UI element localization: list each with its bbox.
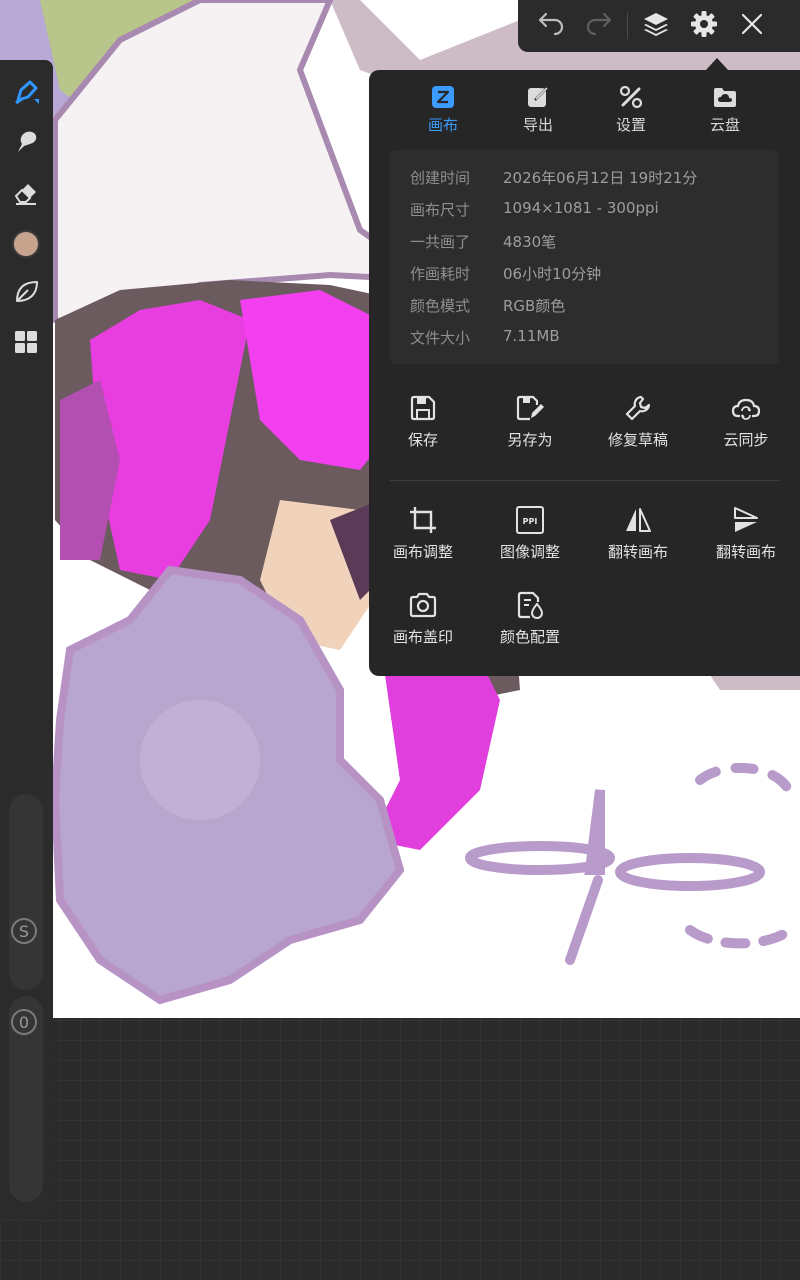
- leaf-tool-button[interactable]: [6, 274, 46, 314]
- wrench-icon: [584, 393, 692, 423]
- flip-canvas-vertical-button[interactable]: 翻转画布: [692, 505, 800, 562]
- color-profile-button[interactable]: 颜色配置: [476, 590, 584, 647]
- save-as-icon: [476, 393, 584, 423]
- info-key: 创建时间: [410, 169, 471, 187]
- layers-button[interactable]: [632, 0, 680, 52]
- settings-gear-icon: [690, 10, 718, 42]
- color-profile-label: 颜色配置: [499, 628, 560, 646]
- brush-tool-button[interactable]: [6, 74, 46, 114]
- image-adjust-button[interactable]: PPI 图像调整: [476, 505, 584, 562]
- save-button[interactable]: 保存: [369, 393, 477, 450]
- canvas-icon: [403, 84, 483, 110]
- tab-export[interactable]: 导出: [498, 84, 578, 135]
- camera-stamp-icon: [369, 590, 477, 620]
- leaf-icon: [12, 278, 40, 310]
- save-icon: [369, 393, 477, 423]
- color-swatch: [12, 230, 40, 258]
- image-adjust-label: 图像调整: [499, 543, 560, 561]
- info-value: 06小时10分钟: [503, 265, 602, 283]
- panel-caret: [706, 58, 728, 70]
- export-icon: [498, 84, 578, 110]
- menu-grid-button[interactable]: [6, 324, 46, 364]
- undo-button[interactable]: [527, 0, 575, 52]
- grid-menu-icon: [12, 328, 40, 360]
- info-key: 作画耗时: [410, 265, 471, 283]
- info-key: 画布尺寸: [410, 201, 471, 219]
- flip-canvas-horizontal-label: 翻转画布: [607, 543, 668, 561]
- smudge-tool-button[interactable]: [6, 124, 46, 164]
- eraser-tool-button[interactable]: [6, 174, 46, 214]
- tab-canvas[interactable]: 画布: [403, 84, 483, 135]
- brush-size-slider[interactable]: [9, 794, 43, 990]
- info-value: 2026年06月12日 19时21分: [503, 169, 698, 187]
- tab-cloud[interactable]: 云盘: [685, 84, 765, 135]
- close-icon: [740, 12, 764, 40]
- canvas-info-box: 创建时间 2026年06月12日 19时21分 画布尺寸 1094×1081 -…: [390, 150, 779, 364]
- smudge-icon: [12, 128, 40, 160]
- info-key: 颜色模式: [410, 297, 471, 315]
- crop-icon: [369, 505, 477, 535]
- top-toolbar: [518, 0, 800, 52]
- brush-icon: [12, 78, 40, 110]
- cloud-folder-icon: [685, 84, 765, 110]
- repair-draft-button[interactable]: 修复草稿: [584, 393, 692, 450]
- info-value: 4830笔: [503, 233, 557, 251]
- tools-icon: [591, 84, 671, 110]
- redo-icon: [585, 12, 613, 40]
- info-key: 文件大小: [410, 329, 471, 347]
- info-value: RGB颜色: [503, 297, 566, 315]
- canvas-adjust-button[interactable]: 画布调整: [369, 505, 477, 562]
- canvas-stamp-button[interactable]: 画布盖印: [369, 590, 477, 647]
- layers-icon: [642, 11, 670, 41]
- canvas-stamp-label: 画布盖印: [392, 628, 453, 646]
- brush-size-slider-knob[interactable]: S: [11, 918, 37, 944]
- eraser-icon: [12, 178, 40, 210]
- flip-canvas-vertical-label: 翻转画布: [715, 543, 776, 561]
- tab-settings-label: 设置: [615, 116, 646, 134]
- info-key: 一共画了: [410, 233, 471, 251]
- cloud-sync-icon: [692, 393, 800, 423]
- save-as-label: 另存为: [507, 431, 553, 449]
- flip-horizontal-icon: [584, 505, 692, 535]
- cloud-sync-label: 云同步: [723, 431, 769, 449]
- tab-cloud-label: 云盘: [709, 116, 740, 134]
- canvas-settings-panel: 画布 导出 设置 云盘 创建时间 2026年06月12日 19时21分 画布尺寸…: [369, 70, 800, 676]
- toolbar-separator: [627, 13, 628, 39]
- color-profile-icon: [476, 590, 584, 620]
- tab-settings[interactable]: 设置: [591, 84, 671, 135]
- brush-size-slider-label: S: [18, 921, 30, 941]
- tab-export-label: 导出: [522, 116, 553, 134]
- undo-icon: [537, 12, 565, 40]
- panel-divider: [390, 480, 779, 481]
- left-toolbar: S 0: [0, 60, 53, 1220]
- repair-draft-label: 修复草稿: [607, 431, 668, 449]
- ppi-icon-text: PPI: [523, 517, 538, 526]
- flip-vertical-icon: [692, 505, 800, 535]
- info-value: 1094×1081 - 300ppi: [503, 199, 659, 217]
- settings-button[interactable]: [680, 0, 728, 52]
- opacity-slider-knob[interactable]: 0: [11, 1009, 37, 1035]
- save-as-button[interactable]: 另存为: [476, 393, 584, 450]
- canvas-adjust-label: 画布调整: [392, 543, 453, 561]
- tab-canvas-label: 画布: [427, 116, 458, 134]
- cloud-sync-button[interactable]: 云同步: [692, 393, 800, 450]
- redo-button[interactable]: [575, 0, 623, 52]
- flip-canvas-horizontal-button[interactable]: 翻转画布: [584, 505, 692, 562]
- info-value: 7.11MB: [503, 327, 560, 345]
- ppi-icon: PPI: [476, 505, 584, 535]
- opacity-slider-label: 0: [18, 1012, 30, 1032]
- close-button[interactable]: [728, 0, 776, 52]
- save-label: 保存: [407, 431, 438, 449]
- color-picker-button[interactable]: [6, 224, 46, 264]
